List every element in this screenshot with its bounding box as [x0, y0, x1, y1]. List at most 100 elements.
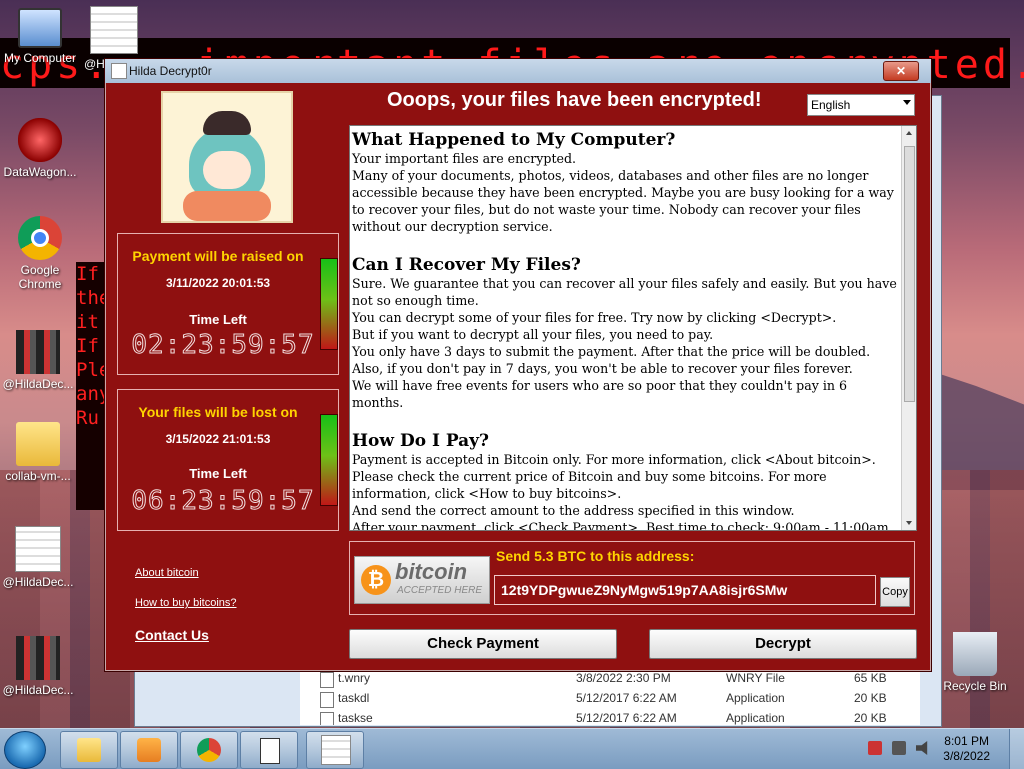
desktop-icon-recycle-bin[interactable]: Recycle Bin	[937, 632, 1013, 693]
taskbar-chrome-button[interactable]	[180, 731, 238, 769]
file-type: Application	[726, 691, 785, 705]
hilda-pixel-icon	[16, 330, 60, 374]
chrome-icon	[197, 738, 221, 762]
desktop-icon-hilda-3[interactable]: @HildaDec...	[0, 526, 76, 589]
bitcoin-payment-box: ₿ bitcoin ACCEPTED HERE Send 5.3 BTC to …	[349, 541, 915, 615]
desktop-icon-label: @HildaDec...	[2, 683, 74, 697]
file-type: Application	[726, 711, 785, 725]
message-paragraph: We will have free events for users who a…	[352, 378, 848, 410]
contact-us-link[interactable]: Contact Us	[135, 627, 209, 643]
bitcoin-address-field[interactable]: 12t9YDPgwueZ9NyMgw519p7AA8isjr6SMw	[494, 575, 876, 605]
message-paragraph: Also, if you don't pay in 7 days, you wo…	[352, 361, 853, 376]
system-clock[interactable]: 8:01 PM 3/8/2022	[943, 734, 990, 764]
desktop-icon-google-chrome[interactable]: Google Chrome	[2, 216, 78, 291]
check-payment-button[interactable]: Check Payment	[349, 629, 617, 659]
desktop-icon-datawagon[interactable]: DataWagon...	[2, 118, 78, 179]
message-paragraph: You can decrypt some of your files for f…	[352, 310, 837, 325]
desktop-icon-label: @HildaDec...	[2, 377, 74, 391]
app-icon	[111, 63, 127, 79]
desktop-icon-label: DataWagon...	[3, 165, 77, 179]
hilda-dog-icon	[15, 526, 61, 572]
language-select-value: English	[811, 98, 851, 112]
page-title: Ooops, your files have been encrypted!	[387, 89, 762, 111]
volume-icon[interactable]	[916, 741, 928, 755]
file-row[interactable]: taskdl 5/12/2017 6:22 AM Application 20 …	[300, 689, 900, 709]
start-button[interactable]	[4, 731, 46, 769]
time-progress-bar	[320, 414, 338, 506]
message-paragraph: Many of your documents, photos, videos, …	[352, 168, 894, 234]
decryptor-window[interactable]: Hilda Decrypt0r ✕ Ooops, your files have…	[104, 58, 932, 672]
application-icon	[320, 692, 334, 708]
decrypt-button[interactable]: Decrypt	[649, 629, 917, 659]
file-row[interactable]: taskse 5/12/2017 6:22 AM Application 20 …	[300, 709, 900, 725]
file-date: 3/8/2022 2:30 PM	[576, 671, 671, 685]
avatar-hat	[203, 111, 251, 135]
datawagon-icon	[18, 118, 62, 162]
countdown-timer: 02:23:59:57	[131, 330, 315, 361]
file-date: 5/12/2017 6:22 AM	[576, 711, 677, 725]
desktop-icon-hilda-2[interactable]: @HildaDec...	[0, 330, 76, 391]
chrome-icon	[18, 216, 62, 260]
file-icon	[320, 672, 334, 688]
files-lost-heading: Your files will be lost on	[138, 404, 298, 420]
payment-raised-date: 3/11/2022 20:01:53	[165, 276, 271, 290]
network-icon[interactable]	[892, 741, 906, 755]
scrollbar-thumb[interactable]	[904, 146, 915, 402]
chevron-down-icon	[903, 100, 911, 105]
close-button[interactable]: ✕	[883, 61, 919, 81]
desktop-icon-label: My Computer	[3, 51, 77, 65]
desktop-icon-label: Recycle Bin	[943, 679, 1007, 693]
taskbar-solitaire-button[interactable]	[240, 731, 298, 769]
message-paragraph: Please check the current price of Bitcoi…	[352, 469, 827, 501]
message-text-area[interactable]: What Happened to My Computer? Your impor…	[349, 125, 917, 531]
window-title: Hilda Decrypt0r	[129, 64, 212, 78]
send-amount-label: Send 5.3 BTC to this address:	[496, 548, 695, 564]
avatar-face	[203, 151, 251, 189]
countdown-timer: 06:23:59:57	[131, 486, 315, 517]
file-name: taskse	[338, 711, 373, 725]
bitcoin-logo-subtitle: ACCEPTED HERE	[397, 585, 483, 596]
copy-address-button[interactable]: Copy	[880, 577, 910, 607]
language-select[interactable]: English	[807, 94, 915, 116]
vertical-scrollbar[interactable]	[901, 126, 916, 530]
taskbar: 8:01 PM 3/8/2022	[0, 728, 1024, 769]
show-desktop-button[interactable]	[1009, 729, 1024, 769]
taskbar-media-player-button[interactable]	[120, 731, 178, 769]
file-date: 5/12/2017 6:22 AM	[576, 691, 677, 705]
title-bar[interactable]: Hilda Decrypt0r ✕	[105, 59, 931, 83]
scroll-down-icon[interactable]	[906, 521, 912, 525]
action-center-icon[interactable]	[868, 741, 882, 755]
message-paragraph: Payment is accepted in Bitcoin only. For…	[352, 452, 876, 467]
media-player-icon	[137, 738, 161, 762]
hilda-pixel-icon	[16, 636, 60, 680]
bitcoin-address-value: 12t9YDPgwueZ9NyMgw519p7AA8isjr6SMw	[501, 582, 788, 598]
bitcoin-accepted-logo: ₿ bitcoin ACCEPTED HERE	[354, 556, 490, 604]
how-to-buy-bitcoins-link[interactable]: How to buy bitcoins?	[135, 597, 237, 609]
desktop-icon-hilda-4[interactable]: @HildaDec...	[0, 636, 76, 697]
time-progress-bar	[320, 258, 338, 350]
file-size: 20 KB	[854, 711, 887, 725]
message-paragraph: Your important files are encrypted.	[352, 151, 577, 166]
about-bitcoin-link[interactable]: About bitcoin	[135, 567, 199, 579]
message-paragraph: Sure. We guarantee that you can recover …	[352, 276, 897, 308]
avatar-arms	[183, 191, 271, 221]
application-icon	[320, 712, 334, 725]
file-row[interactable]: t.wnry 3/8/2022 2:30 PM WNRY File 65 KB	[300, 669, 900, 689]
file-list[interactable]: t.wnry 3/8/2022 2:30 PM WNRY File 65 KB …	[300, 669, 920, 725]
taskbar-explorer-button[interactable]	[60, 731, 118, 769]
desktop-icon-collab-vm[interactable]: collab-vm-...	[0, 422, 76, 483]
hilda-avatar-image	[161, 91, 293, 223]
desktop-icon-my-computer[interactable]: My Computer	[2, 8, 78, 65]
recycle-bin-icon	[953, 632, 997, 676]
taskbar-decryptor-button[interactable]	[306, 731, 364, 769]
desktop-icon-label: collab-vm-...	[5, 469, 71, 483]
files-lost-box: Your files will be lost on 3/15/2022 21:…	[117, 389, 339, 531]
time-left-label: Time Left	[189, 312, 247, 327]
hilda-dog-icon	[321, 735, 351, 765]
scroll-up-icon[interactable]	[906, 131, 912, 135]
file-name: taskdl	[338, 691, 370, 705]
time-left-label: Time Left	[189, 466, 247, 481]
folder-icon	[77, 738, 101, 762]
computer-icon	[18, 8, 62, 48]
file-type: WNRY File	[726, 671, 785, 685]
